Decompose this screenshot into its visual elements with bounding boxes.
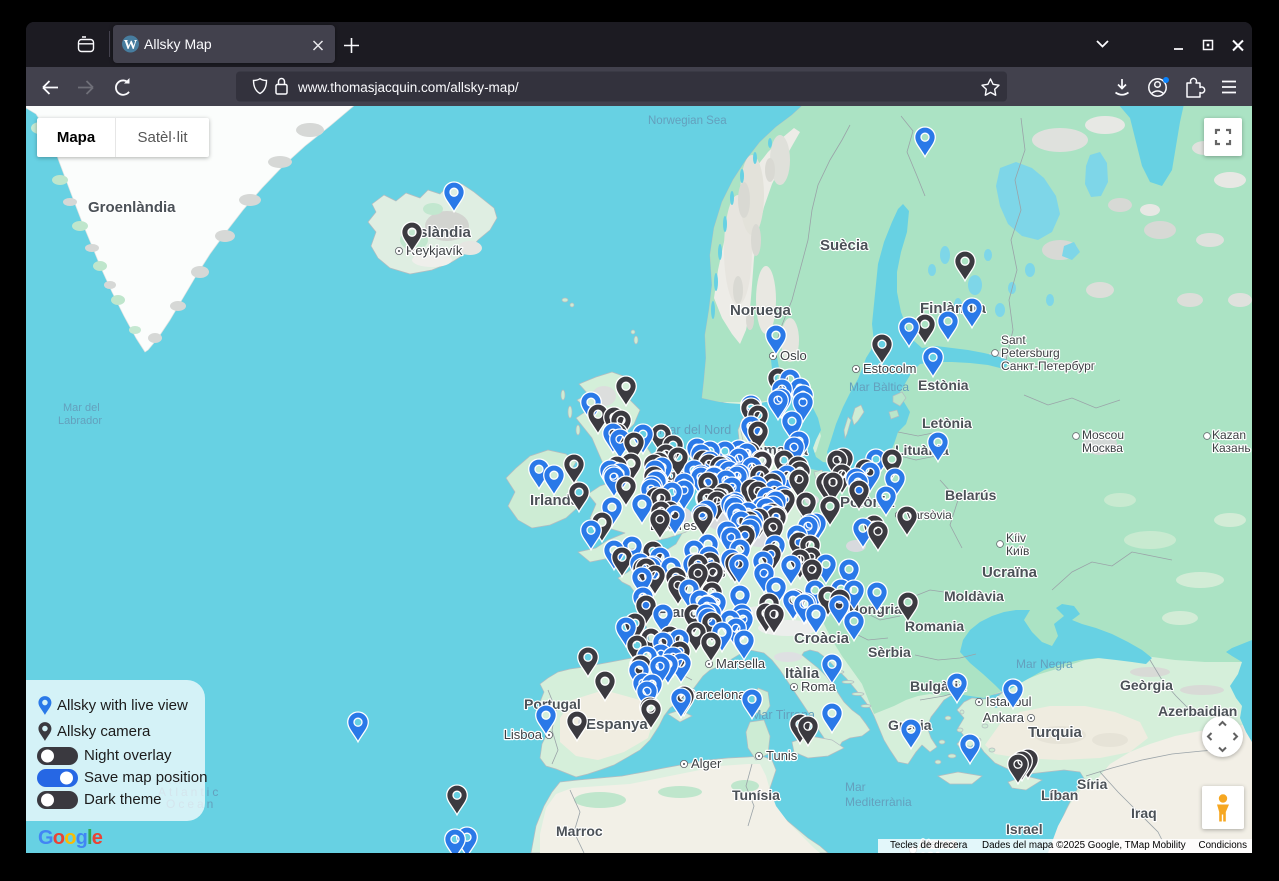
svg-text:Moscou: Moscou bbox=[1082, 428, 1124, 442]
svg-text:W: W bbox=[124, 37, 138, 52]
svg-text:Kíiv: Kíiv bbox=[1006, 531, 1026, 545]
svg-text:Israel: Israel bbox=[1006, 821, 1043, 837]
svg-text:Sant: Sant bbox=[1001, 333, 1026, 347]
svg-text:Санкт-Петербург: Санкт-Петербург bbox=[1001, 359, 1096, 373]
svg-text:Estònia: Estònia bbox=[918, 377, 969, 393]
svg-text:Mar Negra: Mar Negra bbox=[1016, 657, 1073, 671]
svg-text:Romania: Romania bbox=[905, 618, 964, 634]
svg-text:Espanya: Espanya bbox=[586, 716, 648, 733]
svg-text:Geòrgia: Geòrgia bbox=[1120, 677, 1173, 693]
svg-text:Mar del: Mar del bbox=[63, 402, 100, 414]
svg-text:www.thomasjacquin.com/allsky-m: www.thomasjacquin.com/allsky-map/ bbox=[297, 80, 519, 95]
svg-text:Letònia: Letònia bbox=[922, 415, 972, 431]
svg-text:Turquia: Turquia bbox=[1028, 724, 1083, 741]
svg-text:Líban: Líban bbox=[1041, 787, 1078, 803]
svg-text:Moldàvia: Moldàvia bbox=[944, 588, 1004, 604]
svg-text:Belarús: Belarús bbox=[945, 487, 997, 503]
svg-text:Mar: Mar bbox=[845, 780, 866, 794]
svg-text:Estocolm: Estocolm bbox=[863, 361, 916, 376]
svg-text:Київ: Київ bbox=[1006, 544, 1029, 558]
svg-text:Suècia: Suècia bbox=[820, 237, 869, 254]
svg-text:Sèrbia: Sèrbia bbox=[868, 644, 911, 660]
svg-text:Mediterrània: Mediterrània bbox=[845, 795, 912, 809]
svg-text:Petersburg: Petersburg bbox=[1001, 346, 1060, 360]
svg-text:Noruega: Noruega bbox=[730, 302, 792, 319]
svg-text:Marroc: Marroc bbox=[556, 823, 603, 839]
svg-text:Islàndia: Islàndia bbox=[415, 224, 472, 241]
svg-text:Croàcia: Croàcia bbox=[794, 630, 850, 647]
svg-text:Norwegian Sea: Norwegian Sea bbox=[648, 115, 727, 127]
svg-text:Groenlàndia: Groenlàndia bbox=[88, 199, 176, 216]
svg-text:Kazan: Kazan bbox=[1212, 428, 1246, 442]
svg-text:Tunísia: Tunísia bbox=[732, 787, 780, 803]
svg-text:Казань: Казань bbox=[1212, 441, 1251, 455]
svg-text:Labrador: Labrador bbox=[58, 415, 102, 427]
svg-text:Tunis: Tunis bbox=[766, 748, 798, 763]
svg-text:Síria: Síria bbox=[1077, 776, 1108, 792]
svg-text:Ucraïna: Ucraïna bbox=[982, 564, 1038, 581]
svg-text:Москва: Москва bbox=[1082, 441, 1123, 455]
svg-text:Alger: Alger bbox=[691, 756, 722, 771]
svg-text:Iraq: Iraq bbox=[1131, 805, 1157, 821]
svg-text:Lisboa: Lisboa bbox=[504, 727, 543, 742]
svg-text:Oslo: Oslo bbox=[780, 348, 807, 363]
svg-text:Barcelona: Barcelona bbox=[687, 687, 746, 702]
svg-text:Mar Bàltica: Mar Bàltica bbox=[849, 380, 909, 394]
svg-text:Ankara: Ankara bbox=[983, 710, 1025, 725]
svg-text:Marsella: Marsella bbox=[716, 656, 766, 671]
